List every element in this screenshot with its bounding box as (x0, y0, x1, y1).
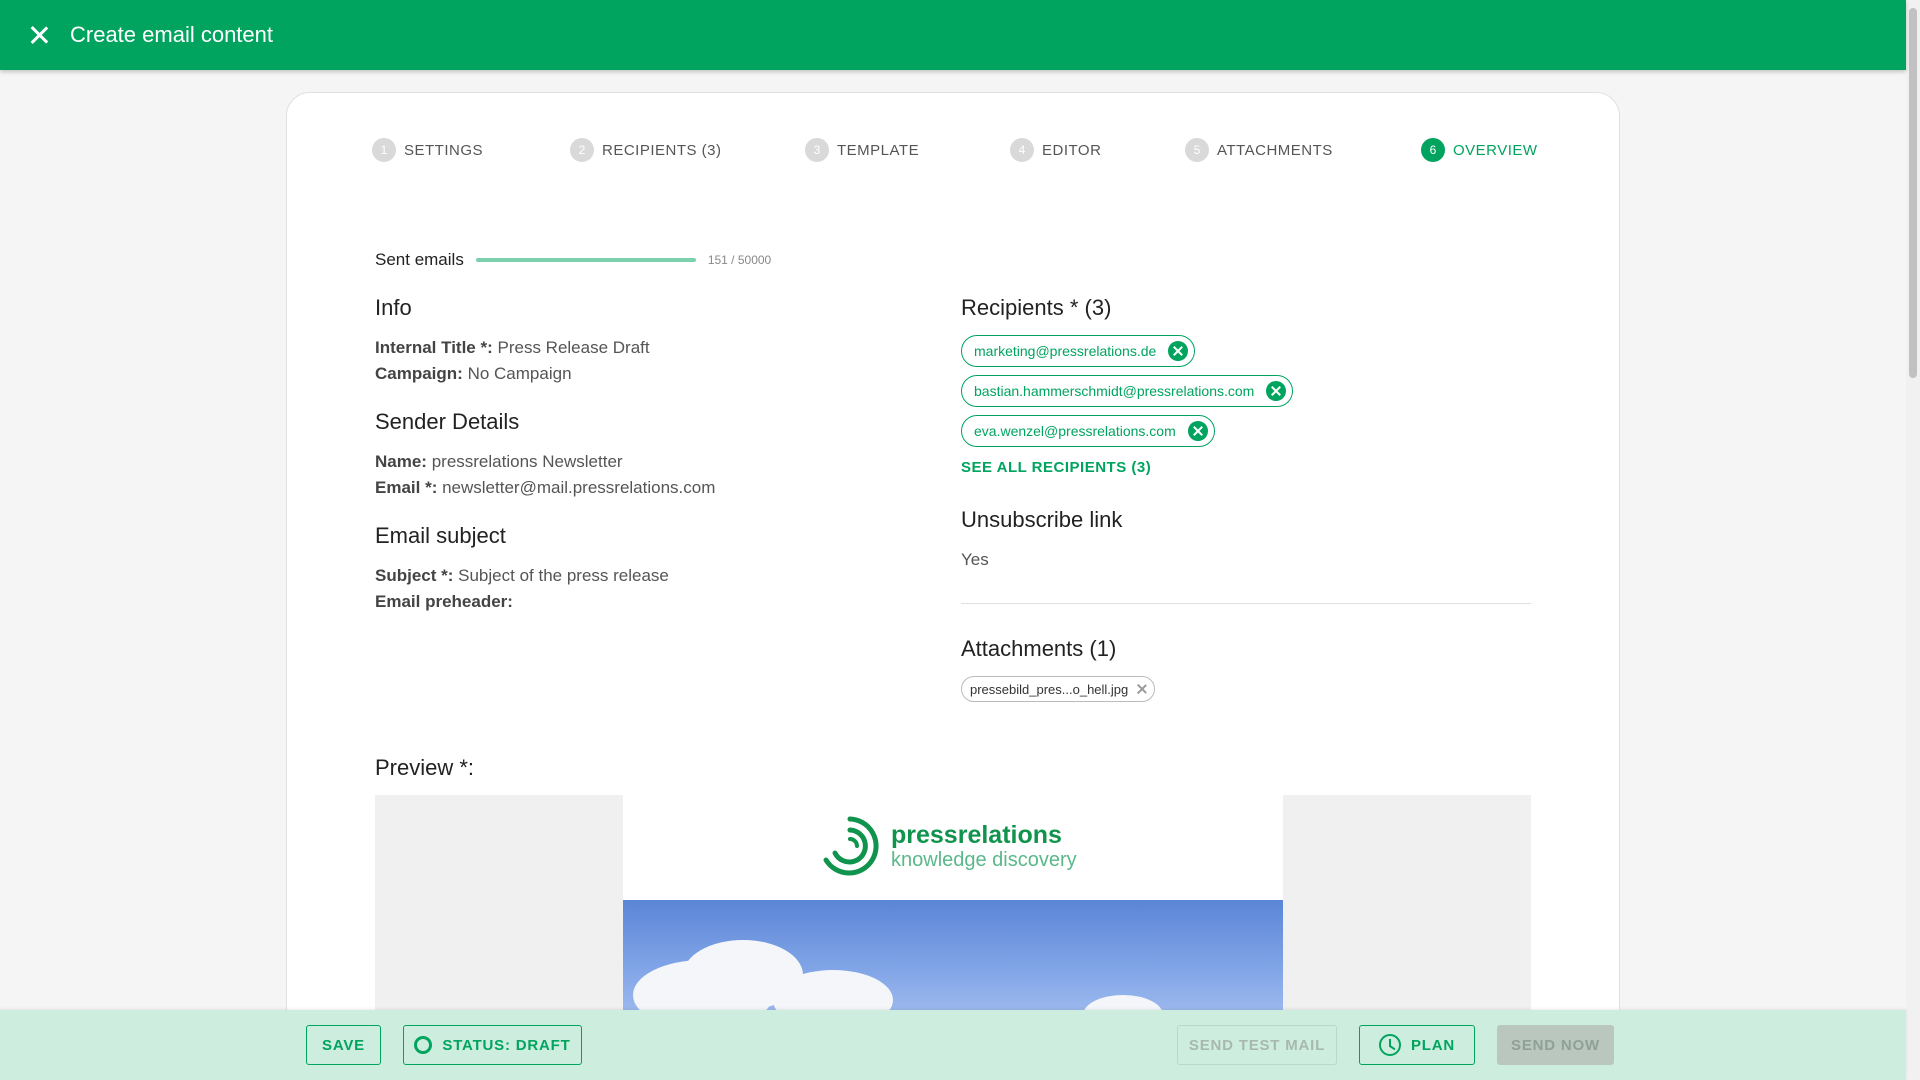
cancel-circle-icon[interactable] (1187, 421, 1208, 441)
sent-emails-row: Sent emails 151 / 50000 (375, 250, 771, 270)
recipient-email: eva.wenzel@pressrelations.com (974, 423, 1176, 439)
step-label: OVERVIEW (1453, 141, 1538, 159)
step-number: 5 (1185, 138, 1209, 162)
step-label: EDITOR (1042, 141, 1102, 159)
page-title: Create email content (70, 22, 273, 47)
overview-right-column: Recipients * (3) marketing@pressrelation… (961, 295, 1531, 702)
overview-left-column: Info Internal Title *: Press Release Dra… (375, 295, 895, 637)
step-label: ATTACHMENTS (1217, 141, 1333, 159)
clock-icon (1378, 1034, 1401, 1056)
email-preview: pressrelations knowledge discovery (623, 795, 1283, 1010)
recipients-heading: Recipients * (3) (961, 295, 1112, 320)
sender-email-label: Email *: (375, 478, 438, 497)
subject-row: Subject *: Subject of the press release (375, 563, 895, 589)
step-editor[interactable]: 4 EDITOR (1010, 138, 1101, 162)
subject-heading: Email subject (375, 523, 506, 548)
info-section: Info Internal Title *: Press Release Dra… (375, 295, 895, 387)
logo-tagline: knowledge discovery (891, 848, 1077, 871)
step-number: 4 (1010, 138, 1034, 162)
see-all-recipients-link[interactable]: SEE ALL RECIPIENTS (3) (961, 459, 1151, 476)
recipient-email: marketing@pressrelations.de (974, 343, 1157, 359)
save-button[interactable]: SAVE (306, 1025, 381, 1065)
step-label: TEMPLATE (837, 141, 920, 159)
cancel-circle-icon[interactable] (1266, 381, 1287, 401)
attachments-heading: Attachments (1) (961, 636, 1117, 661)
ring-icon (414, 1036, 433, 1054)
step-label: SETTINGS (404, 141, 484, 159)
plan-button[interactable]: PLAN (1359, 1025, 1475, 1065)
campaign-value: No Campaign (467, 364, 572, 383)
sender-name-label: Name: (375, 452, 427, 471)
sent-emails-progress-fill (475, 258, 696, 262)
step-number: 6 (1421, 138, 1445, 162)
scrollbar-thumb[interactable] (1909, 8, 1917, 378)
send-now-label: SEND NOW (1511, 1036, 1600, 1054)
recipient-chip: eva.wenzel@pressrelations.com (961, 415, 1215, 447)
divider (961, 603, 1531, 604)
preview-hero-image (623, 900, 1283, 1010)
subject-value: Subject of the press release (458, 566, 669, 585)
step-label: RECIPIENTS (3) (602, 141, 722, 159)
sent-emails-label: Sent emails (375, 250, 464, 269)
send-test-mail-label: SEND TEST MAIL (1188, 1036, 1326, 1054)
send-now-button[interactable]: SEND NOW (1497, 1025, 1614, 1065)
close-icon[interactable] (28, 24, 50, 46)
save-button-label: SAVE (322, 1036, 365, 1054)
step-recipients[interactable]: 2 RECIPIENTS (3) (570, 138, 722, 162)
campaign-row: Campaign: No Campaign (375, 361, 895, 387)
internal-title-value: Press Release Draft (497, 338, 650, 357)
logo-name: pressrelations (891, 820, 1062, 849)
preheader-label: Email preheader: (375, 592, 513, 611)
cancel-circle-icon[interactable] (1168, 341, 1189, 361)
recipient-email: bastian.hammerschmidt@pressrelations.com (974, 383, 1255, 399)
step-overview[interactable]: 6 OVERVIEW (1421, 138, 1538, 162)
step-number: 3 (805, 138, 829, 162)
action-bar: SAVE STATUS: DRAFT SEND TEST MAIL PLAN S… (0, 1010, 1906, 1080)
sender-email-row: Email *: newsletter@mail.pressrelations.… (375, 475, 895, 501)
unsubscribe-value: Yes (961, 550, 989, 569)
recipient-chip: marketing@pressrelations.de (961, 335, 1196, 367)
attachment-chip: pressebild_pres...o_hell.jpg (961, 676, 1156, 702)
preheader-row: Email preheader: (375, 589, 895, 615)
pressrelations-logo: pressrelations knowledge discovery (819, 815, 1077, 877)
step-template[interactable]: 3 TEMPLATE (805, 138, 919, 162)
recipient-chip: bastian.hammerschmidt@pressrelations.com (961, 375, 1294, 407)
sender-section: Sender Details Name: pressrelations News… (375, 409, 895, 501)
send-test-mail-button[interactable]: SEND TEST MAIL (1177, 1025, 1337, 1065)
step-number: 2 (570, 138, 594, 162)
preview-heading: Preview *: (375, 755, 475, 780)
sent-emails-progress (475, 258, 696, 262)
internal-title-label: Internal Title *: (375, 338, 493, 357)
step-attachments[interactable]: 5 ATTACHMENTS (1185, 138, 1333, 162)
campaign-label: Campaign: (375, 364, 463, 383)
sender-heading: Sender Details (375, 409, 520, 434)
attachment-filename: pressebild_pres...o_hell.jpg (970, 681, 1129, 697)
sender-name-row: Name: pressrelations Newsletter (375, 449, 895, 475)
unsubscribe-heading: Unsubscribe link (961, 507, 1123, 532)
logo-mark-icon (823, 816, 879, 876)
step-number: 1 (372, 138, 396, 162)
app-header: Create email content (0, 0, 1906, 70)
plan-button-label: PLAN (1410, 1036, 1456, 1054)
sender-name-value: pressrelations Newsletter (431, 452, 623, 471)
status-button-label: STATUS: DRAFT (442, 1036, 571, 1054)
subject-label: Subject *: (375, 566, 454, 585)
sent-emails-count: 151 / 50000 (707, 253, 772, 267)
info-heading: Info (375, 295, 412, 320)
step-settings[interactable]: 1 SETTINGS (372, 138, 483, 162)
close-icon[interactable] (1136, 683, 1148, 695)
internal-title-row: Internal Title *: Press Release Draft (375, 335, 895, 361)
sender-email-value: newsletter@mail.pressrelations.com (442, 478, 716, 497)
scrollbar[interactable] (1906, 0, 1920, 1080)
stepper: 1 SETTINGS 2 RECIPIENTS (3) 3 TEMPLATE 4… (372, 138, 1537, 162)
status-button[interactable]: STATUS: DRAFT (403, 1025, 582, 1065)
subject-section: Email subject Subject *: Subject of the … (375, 523, 895, 615)
